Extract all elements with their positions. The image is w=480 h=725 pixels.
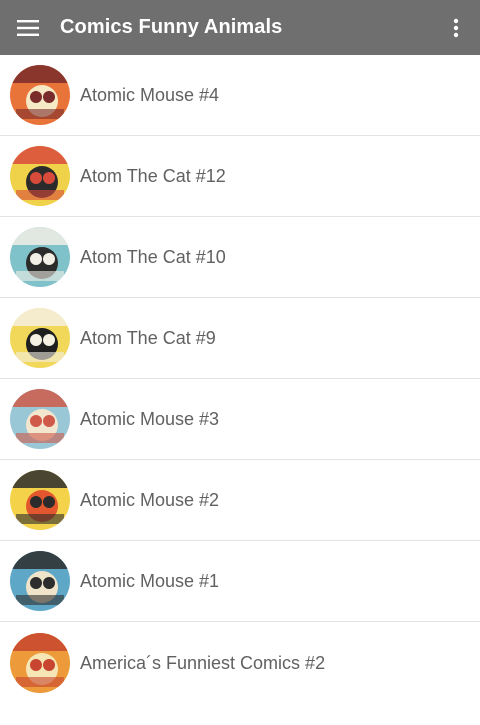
list-item[interactable]: Atom The Cat #9 <box>0 298 480 379</box>
list-item[interactable]: Atom The Cat #12 <box>0 136 480 217</box>
comic-cover-thumbnail <box>10 633 70 693</box>
hamburger-menu-icon[interactable] <box>0 0 56 55</box>
comic-cover-thumbnail <box>10 308 70 368</box>
list-item-title: Atom The Cat #12 <box>80 165 226 186</box>
list-item[interactable]: America´s Funniest Comics #2 <box>0 622 480 704</box>
list-item[interactable]: Atomic Mouse #2 <box>0 460 480 541</box>
list-item-title: Atom The Cat #9 <box>80 327 216 348</box>
comic-cover-thumbnail <box>10 65 70 125</box>
more-vert-icon[interactable] <box>440 0 472 55</box>
list-item-title: Atomic Mouse #3 <box>80 408 220 429</box>
list-item-title: Atom The Cat #10 <box>80 246 226 267</box>
app-title: Comics Funny Animals <box>60 16 283 38</box>
comic-cover-thumbnail <box>10 551 70 611</box>
comic-list: Atomic Mouse #4 Atom The Cat #12 Atom The … <box>0 55 480 704</box>
comic-cover-thumbnail <box>10 227 70 287</box>
list-item[interactable]: Atomic Mouse #4 <box>0 55 480 136</box>
list-item-title: Atomic Mouse #4 <box>80 84 220 105</box>
app-toolbar: Comics Funny Animals <box>0 0 480 55</box>
list-item[interactable]: Atom The Cat #10 <box>0 217 480 298</box>
list-item-title: America´s Funniest Comics #2 <box>80 652 326 673</box>
list-item[interactable]: Atomic Mouse #1 <box>0 541 480 622</box>
comic-cover-thumbnail <box>10 146 70 206</box>
list-item-title: Atomic Mouse #1 <box>80 570 220 591</box>
comic-cover-thumbnail <box>10 389 70 449</box>
list-item[interactable]: Atomic Mouse #3 <box>0 379 480 460</box>
comic-cover-thumbnail <box>10 470 70 530</box>
list-item-title: Atomic Mouse #2 <box>80 489 220 510</box>
